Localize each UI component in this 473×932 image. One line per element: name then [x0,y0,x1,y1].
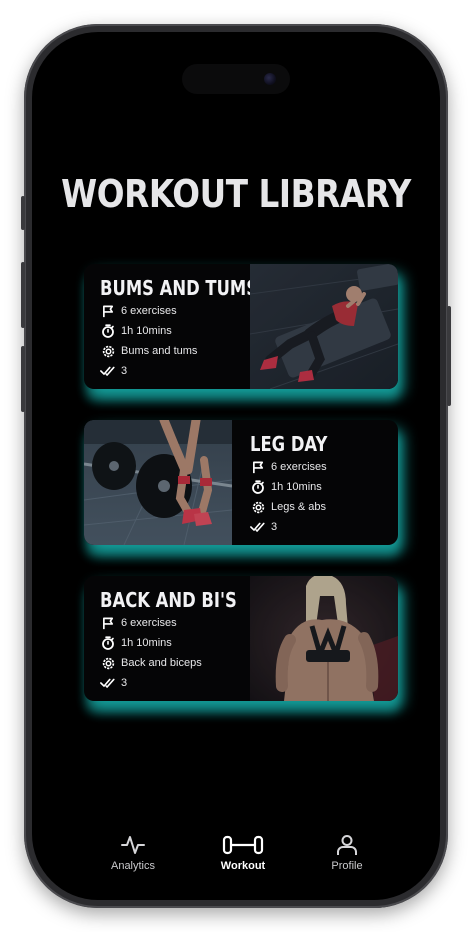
stopwatch-icon [100,635,116,651]
tab-analytics[interactable]: Analytics [88,832,178,872]
workout-photo-situps [250,264,398,389]
focus-area-text: Back and biceps [121,657,202,669]
duration: 1h 10mins [100,634,172,652]
workout-photo-barbell [84,420,232,545]
user-icon [302,832,392,856]
focus-area: Legs & abs [250,498,326,516]
card-title: LEG DAY [250,432,328,456]
completed-count: 3 [100,362,127,380]
volume-down-button [21,346,25,412]
gear-icon [250,499,266,515]
focus-area: Back and biceps [100,654,202,672]
silent-switch [21,196,25,230]
tab-label: Analytics [110,860,156,872]
focus-area-text: Legs & abs [271,501,327,513]
front-camera-icon [264,73,276,85]
duration: 1h 10mins [100,322,172,340]
duration-text: 1h 10mins [271,481,322,493]
phone-frame: WORKOUT LIBRARY BUMS AND TUMS 6 exercise… [21,24,451,908]
exercise-count: 6 exercises [100,302,177,320]
bottom-tab-bar: Analytics Workout Profile [32,832,440,876]
card-title: BUMS AND TUMS [100,276,259,300]
exercise-count: 6 exercises [100,614,177,632]
workout-card-back-and-bis[interactable]: BACK AND BI'S 6 exercises 1h 10mins Back… [84,576,398,701]
duration-text: 1h 10mins [121,637,172,649]
workout-card-bums-and-tums[interactable]: BUMS AND TUMS 6 exercises 1h 10mins Bums… [84,264,398,389]
dumbbell-icon [198,832,288,856]
workout-card-leg-day[interactable]: LEG DAY 6 exercises 1h 10mins Legs & abs… [84,420,398,545]
activity-pulse-icon [88,832,178,856]
flag-icon [100,303,116,319]
card-title: BACK AND BI'S [100,588,237,612]
flag-icon [100,615,116,631]
workout-photo-back-muscles [250,576,398,701]
flag-icon [250,459,266,475]
tab-workout[interactable]: Workout [198,832,288,872]
stopwatch-icon [100,323,116,339]
gear-icon [100,343,116,359]
completed-count-text: 3 [271,521,278,533]
page-title: WORKOUT LIBRARY [61,172,411,216]
tab-profile[interactable]: Profile [302,832,392,872]
focus-area: Bums and tums [100,342,197,360]
gear-icon [100,655,116,671]
exercise-count-text: 6 exercises [121,305,177,317]
double-check-icon [100,363,116,379]
volume-up-button [21,262,25,328]
exercise-count-text: 6 exercises [121,617,177,629]
double-check-icon [100,675,116,691]
completed-count-text: 3 [121,365,128,377]
dynamic-island [182,64,290,94]
power-button [447,306,451,406]
completed-count-text: 3 [121,677,128,689]
duration-text: 1h 10mins [121,325,172,337]
exercise-count: 6 exercises [250,458,327,476]
double-check-icon [250,519,266,535]
duration: 1h 10mins [250,478,322,496]
stopwatch-icon [250,479,266,495]
exercise-count-text: 6 exercises [271,461,327,473]
tab-label: Workout [220,860,266,872]
completed-count: 3 [250,518,277,536]
screen: WORKOUT LIBRARY BUMS AND TUMS 6 exercise… [32,32,440,900]
tab-label: Profile [331,860,363,872]
focus-area-text: Bums and tums [121,345,198,357]
completed-count: 3 [100,674,127,692]
